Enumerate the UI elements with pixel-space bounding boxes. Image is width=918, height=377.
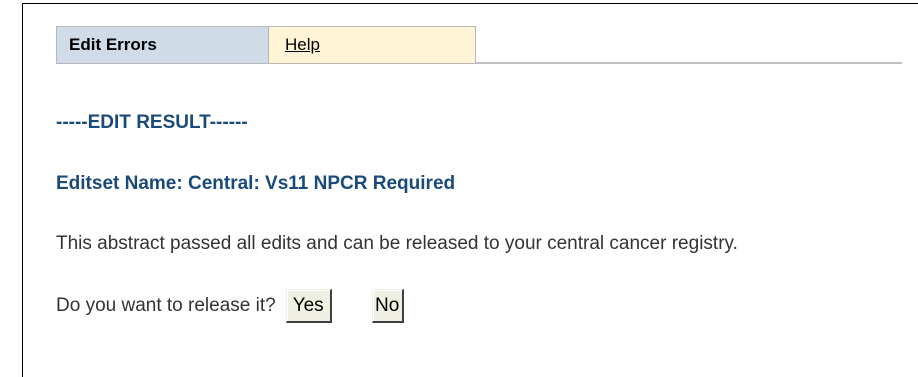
tab-edit-errors-label: Edit Errors bbox=[69, 35, 157, 54]
yes-button[interactable]: Yes bbox=[285, 289, 332, 323]
result-message: This abstract passed all edits and can b… bbox=[56, 233, 738, 254]
release-prompt: Do you want to release it? Yes No bbox=[56, 286, 404, 326]
tab-edit-errors[interactable]: Edit Errors bbox=[56, 26, 268, 64]
frame-top-border bbox=[22, 3, 918, 4]
page-frame: Edit Errors Help -----EDIT RESULT------ … bbox=[0, 0, 918, 377]
editset-name-heading: Editset Name: Central: Vs11 NPCR Require… bbox=[56, 173, 456, 194]
frame-left-border bbox=[22, 3, 23, 377]
release-question: Do you want to release it? bbox=[56, 295, 276, 316]
help-link[interactable]: Help bbox=[285, 35, 320, 55]
tab-bar: Edit Errors Help bbox=[56, 26, 476, 64]
tab-underline bbox=[476, 62, 902, 64]
tab-help[interactable]: Help bbox=[268, 26, 476, 64]
edit-result-heading: -----EDIT RESULT------ bbox=[56, 112, 248, 133]
no-button[interactable]: No bbox=[371, 289, 404, 323]
